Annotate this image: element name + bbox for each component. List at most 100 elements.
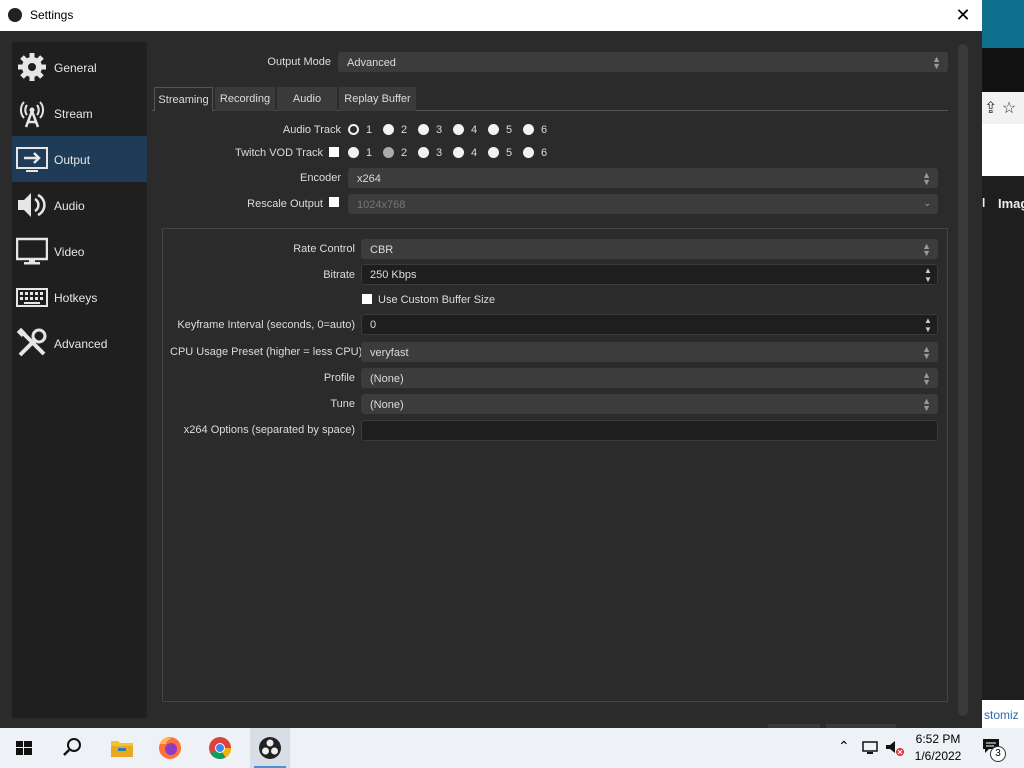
- chrome-icon[interactable]: [204, 732, 236, 764]
- encoder-label: Encoder: [300, 172, 341, 184]
- file-explorer-icon[interactable]: [106, 732, 138, 764]
- window-title: Settings: [30, 8, 74, 22]
- background-link-customize[interactable]: stomiz: [984, 708, 1019, 722]
- encoder-select[interactable]: x264 ▲ ▼: [348, 168, 938, 188]
- sidebar-item-general[interactable]: General: [12, 44, 147, 90]
- vod-track-option-label: 2: [401, 147, 408, 159]
- chevron-up-icon[interactable]: ⌃: [838, 738, 850, 755]
- windows-taskbar: ⌃ 6:52 PM 1/6/2022 3: [0, 728, 1024, 768]
- sidebar-item-hotkeys[interactable]: Hotkeys: [12, 274, 147, 320]
- sidebar-item-label: Stream: [54, 107, 93, 121]
- profile-select[interactable]: (None) ▲ ▼: [361, 368, 938, 388]
- notification-count-badge: 3: [990, 746, 1006, 762]
- obs-icon: [259, 737, 281, 759]
- audio-track-option-label: 5: [506, 124, 513, 136]
- encoder-settings-panel: [162, 228, 948, 702]
- spin-arrows-icon[interactable]: ▲ ▼: [921, 266, 935, 284]
- keyboard-icon: [16, 288, 48, 307]
- audio-track-option-label: 4: [471, 124, 478, 136]
- sidebar-item-stream[interactable]: Stream: [12, 90, 147, 136]
- vod-track-option-label: 6: [541, 147, 548, 159]
- spin-arrows-icon[interactable]: ▲ ▼: [921, 316, 935, 334]
- cpu-preset-select[interactable]: veryfast ▲ ▼: [361, 342, 938, 362]
- search-icon[interactable]: [56, 732, 88, 764]
- audio-track-radio-3[interactable]: [418, 124, 429, 135]
- obs-taskbar-button[interactable]: [250, 728, 290, 768]
- vod-track-radio-1[interactable]: [348, 147, 359, 158]
- gear-icon: [18, 53, 46, 81]
- keyframe-interval-label: Keyframe Interval (seconds, 0=auto): [177, 319, 355, 331]
- audio-track-option-label: 1: [366, 124, 373, 136]
- audio-track-radio-6[interactable]: [523, 124, 534, 135]
- rescale-resolution-select[interactable]: 1024x768 ⌄: [348, 194, 938, 214]
- broadcast-icon: [20, 101, 44, 128]
- x264-options-label: x264 Options (separated by space): [183, 424, 355, 436]
- audio-track-radio-5[interactable]: [488, 124, 499, 135]
- profile-label: Profile: [323, 372, 355, 384]
- updown-arrows-icon: ▲ ▼: [922, 344, 931, 361]
- settings-dialog: Settings ✕ General Stream Output Audio V…: [0, 0, 982, 728]
- sidebar-item-audio[interactable]: Audio: [12, 182, 147, 228]
- rescale-output-checkbox[interactable]: [329, 197, 339, 207]
- sidebar-item-label: Advanced: [54, 337, 108, 351]
- sidebar-item-label: Hotkeys: [54, 291, 98, 305]
- vod-track-radio-6[interactable]: [523, 147, 534, 158]
- x264-options-input[interactable]: [361, 420, 938, 441]
- vod-track-radio-3[interactable]: [418, 147, 429, 158]
- sidebar-item-video[interactable]: Video: [12, 228, 147, 274]
- vod-track-radio-5[interactable]: [488, 147, 499, 158]
- system-clock[interactable]: 6:52 PM 1/6/2022: [906, 731, 970, 765]
- updown-arrows-icon: ▲ ▼: [922, 241, 931, 258]
- tune-label: Tune: [330, 398, 355, 410]
- action-center-button[interactable]: 3: [980, 736, 1008, 762]
- output-mode-select[interactable]: Advanced ▲ ▼: [338, 52, 948, 72]
- output-icon: [16, 147, 48, 172]
- bitrate-label: Bitrate: [323, 269, 355, 281]
- background-text-images: Imag: [998, 196, 1024, 211]
- windows-start-icon[interactable]: [8, 732, 40, 764]
- updown-arrows-icon: ▲ ▼: [922, 370, 931, 387]
- audio-track-radio-2[interactable]: [383, 124, 394, 135]
- audio-track-option-label: 2: [401, 124, 408, 136]
- audio-track-option-label: 6: [541, 124, 548, 136]
- vod-track-option-label: 1: [366, 147, 373, 159]
- tab-audio[interactable]: Audio: [277, 87, 337, 111]
- rate-control-label: Rate Control: [293, 243, 355, 255]
- firefox-icon[interactable]: [154, 732, 186, 764]
- audio-track-radio-1[interactable]: [348, 124, 359, 135]
- volume-muted-icon[interactable]: [884, 739, 906, 757]
- rate-control-select[interactable]: CBR ▲ ▼: [361, 239, 938, 259]
- sidebar-item-advanced[interactable]: Advanced: [12, 320, 147, 366]
- monitor-icon: [16, 237, 48, 265]
- settings-sidebar: General Stream Output Audio Video Hotkey…: [12, 42, 147, 718]
- keyframe-interval-input[interactable]: 0 ▲ ▼: [361, 314, 938, 335]
- vod-track-radio-2[interactable]: [383, 147, 394, 158]
- clock-time: 6:52 PM: [915, 732, 961, 746]
- tab-recording[interactable]: Recording: [215, 87, 275, 111]
- custom-buffer-label: Use Custom Buffer Size: [378, 294, 496, 306]
- tab-streaming[interactable]: Streaming: [154, 87, 213, 111]
- cpu-preset-label: CPU Usage Preset (higher = less CPU): [170, 346, 363, 358]
- chevron-down-icon: ⌄: [923, 198, 931, 208]
- sidebar-item-label: Output: [54, 153, 91, 167]
- vod-track-checkbox[interactable]: [329, 147, 339, 157]
- tools-icon: [16, 328, 47, 357]
- sidebar-item-output[interactable]: Output: [12, 136, 147, 182]
- rescale-output-label: Rescale Output: [247, 198, 323, 210]
- network-icon[interactable]: [860, 740, 880, 756]
- bitrate-input[interactable]: 250 Kbps ▲ ▼: [361, 264, 938, 285]
- browser-toolbar-icons[interactable]: ⇪ ☆: [984, 98, 1016, 118]
- clock-date: 1/6/2022: [914, 749, 962, 763]
- background-browser-window: ⇪ ☆ l Imag stomiz: [982, 0, 1024, 728]
- vertical-scrollbar[interactable]: [958, 44, 968, 716]
- tune-select[interactable]: (None) ▲ ▼: [361, 394, 938, 414]
- audio-track-label: Audio Track: [282, 124, 341, 136]
- vod-track-radio-4[interactable]: [453, 147, 464, 158]
- close-button[interactable]: ✕: [952, 4, 974, 26]
- audio-track-radio-4[interactable]: [453, 124, 464, 135]
- custom-buffer-checkbox[interactable]: [362, 294, 372, 304]
- sidebar-item-label: Video: [54, 245, 85, 259]
- vod-track-label: Twitch VOD Track: [234, 147, 323, 159]
- tab-replay-buffer[interactable]: Replay Buffer: [339, 87, 416, 111]
- updown-arrows-icon: ▲ ▼: [922, 170, 931, 187]
